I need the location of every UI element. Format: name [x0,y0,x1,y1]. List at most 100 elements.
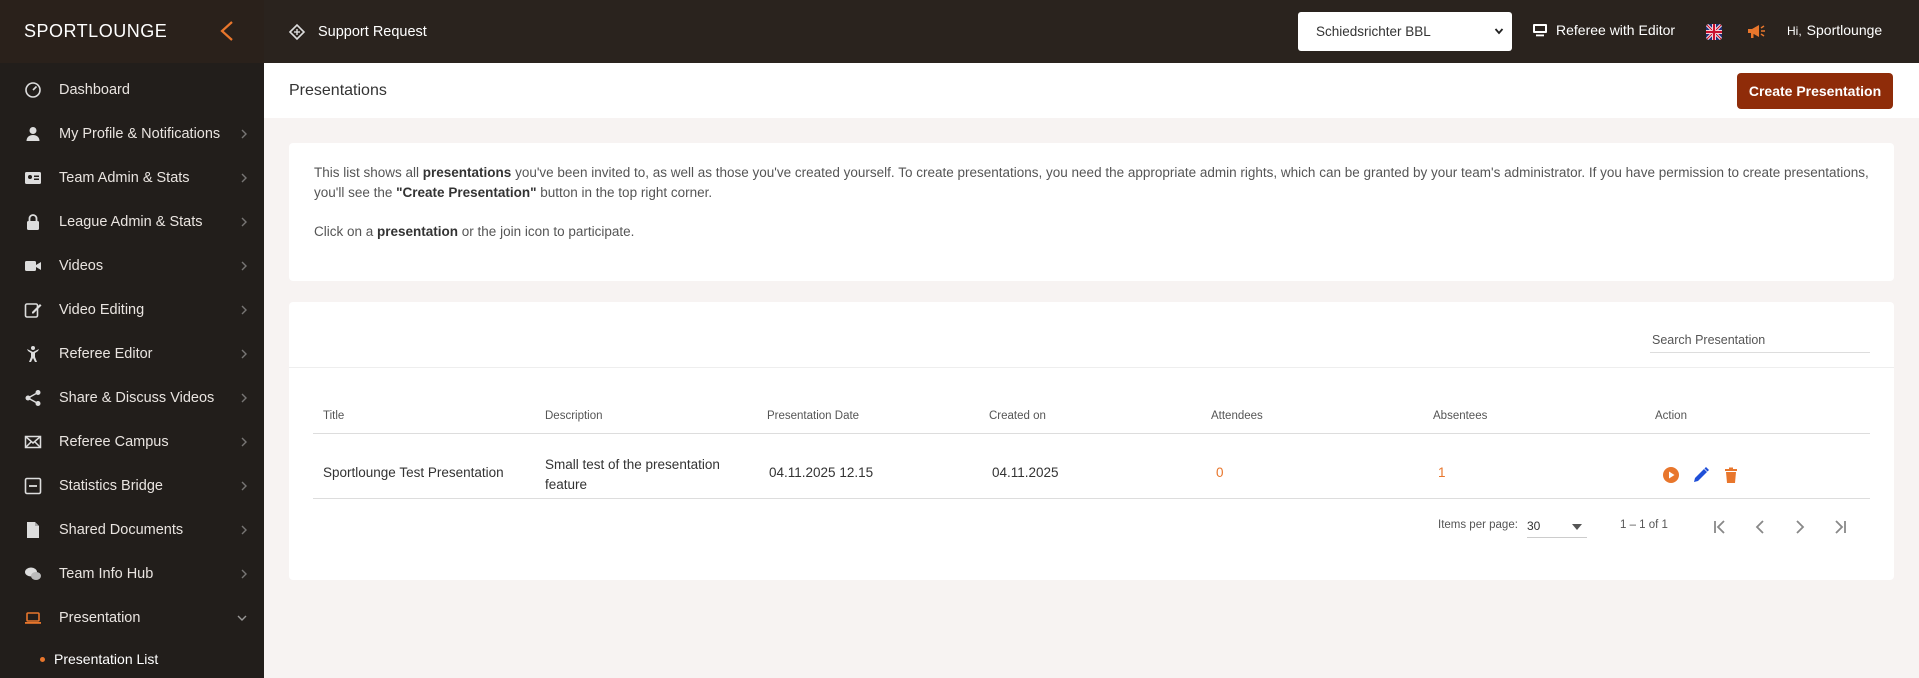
chevron-right-icon [241,173,247,183]
chevron-right-icon [241,569,247,579]
info-card: This list shows all presentations you've… [289,143,1894,281]
mode-label: Referee with Editor [1556,22,1676,38]
edit-icon[interactable] [1692,466,1710,484]
sidebar-item-label: Statistics Bridge [59,478,163,494]
create-presentation-button[interactable]: Create Presentation [1737,73,1893,109]
active-dot [40,656,45,662]
chevron-right-icon [241,393,247,403]
table-header-row: Title Description Presentation Date Crea… [313,404,1870,434]
sidebar-item-video-editing[interactable]: Video Editing [0,288,264,332]
row-created-on: 04.11.2025 [992,465,1059,480]
chevron-right-icon [241,305,247,315]
video-camera-icon [24,257,42,275]
search-placeholder: Search Presentation [1652,332,1766,347]
info-paragraph-1: This list shows all presentations you've… [314,163,1869,203]
sidebar-item-league-admin[interactable]: League Admin & Stats [0,200,264,244]
row-absentees[interactable]: 1 [1438,465,1446,480]
chevron-down-icon[interactable] [1572,524,1582,530]
support-request-link[interactable]: Support Request [288,23,427,41]
table-row[interactable]: Sportlounge Test Presentation Small test… [313,450,1870,499]
collapse-sidebar-icon[interactable] [216,19,238,43]
header-attendees[interactable]: Attendees [1211,410,1263,422]
sidebar-item-referee-editor[interactable]: Referee Editor [0,332,264,376]
pagination-range: 1 – 1 of 1 [1620,519,1668,531]
info-text-bold: presentations [422,165,512,180]
id-card-icon [24,169,42,187]
bridge-icon [24,477,42,495]
delete-icon[interactable] [1722,466,1740,484]
header-absentees[interactable]: Absentees [1433,410,1487,422]
sidebar-subitem-label: Presentation List [54,651,159,667]
sidebar-item-referee-campus[interactable]: Referee Campus [0,420,264,464]
team-select[interactable]: Schiedsrichter BBL [1298,12,1512,51]
sidebar-item-dashboard[interactable]: Dashboard [0,68,264,112]
sidebar-item-statistics-bridge[interactable]: Statistics Bridge [0,464,264,508]
sidebar-item-team-info-hub[interactable]: Team Info Hub [0,552,264,596]
sidebar-item-label: Videos [59,258,104,274]
previous-page-icon[interactable] [1751,518,1769,536]
user-menu[interactable]: Hi, Sportlounge [1787,22,1882,38]
sidebar-item-my-profile[interactable]: My Profile & Notifications [0,112,264,156]
items-per-page-label: Items per page: [1438,519,1518,531]
row-attendees[interactable]: 0 [1216,465,1224,480]
chevron-right-icon [241,437,247,447]
brand-logo[interactable]: SPORTLOUNGE [0,0,264,63]
divider [289,367,1894,368]
chevron-right-icon [241,261,247,271]
uk-flag-icon[interactable] [1706,24,1722,40]
sidebar-item-presentation[interactable]: Presentation [0,596,264,640]
sidebar-subitem-presentation-list[interactable]: Presentation List [0,640,264,678]
support-request-label: Support Request [318,23,427,40]
sidebar-item-label: Presentation [59,610,141,626]
join-icon[interactable] [1662,466,1680,484]
sidebar-item-label: Shared Documents [59,522,184,538]
header-description[interactable]: Description [545,410,603,422]
sidebar-item-label: Team Admin & Stats [59,170,190,186]
chevron-right-icon [241,129,247,139]
page-title: Presentations [289,81,387,99]
info-text: button in the top right corner. [536,185,713,200]
sidebar-item-videos[interactable]: Videos [0,244,264,288]
sidebar-item-label: Dashboard [59,82,130,98]
header-presentation-date[interactable]: Presentation Date [767,410,859,422]
chevron-right-icon [241,481,247,491]
search-input[interactable]: Search Presentation [1650,327,1870,353]
sidebar-item-share-discuss[interactable]: Share & Discuss Videos [0,376,264,420]
row-description-line: Small test of the presentation [545,457,720,472]
top-bar: Support Request Schiedsrichter BBL Refer… [264,0,1919,63]
row-presentation-date: 04.11.2025 12.15 [769,465,874,480]
dashboard-icon [24,81,42,99]
sidebar-item-label: League Admin & Stats [59,214,203,230]
sidebar-item-label: Team Info Hub [59,566,154,582]
sidebar-item-team-admin[interactable]: Team Admin & Stats [0,156,264,200]
sidebar-item-shared-documents[interactable]: Shared Documents [0,508,264,552]
brand-name: SPORTLOUNGE [24,21,168,41]
edit-icon [24,301,42,319]
row-actions [1662,466,1740,484]
presentations-table-card: Search Presentation Title Description Pr… [289,302,1894,580]
next-page-icon[interactable] [1791,518,1809,536]
sidebar-item-label: Referee Campus [59,434,169,450]
header-title[interactable]: Title [323,410,344,422]
monitor-icon [1533,24,1547,37]
megaphone-icon[interactable] [1746,22,1766,40]
user-name: Sportlounge [1806,22,1883,38]
info-text-bold: presentation [377,224,459,239]
chevron-down-icon [1494,28,1504,35]
row-description: Small test of the presentation feature [545,455,720,495]
sidebar: SPORTLOUNGE Dashboard My Profile & Notif… [0,0,264,678]
header-action: Action [1655,410,1687,422]
campus-icon [24,433,42,451]
header-created-on[interactable]: Created on [989,410,1046,422]
first-page-icon[interactable] [1711,518,1729,536]
sidebar-item-label: Video Editing [59,302,145,318]
chevron-right-icon [241,349,247,359]
sidebar-item-label: My Profile & Notifications [59,126,221,142]
row-title[interactable]: Sportlounge Test Presentation [323,465,504,480]
info-text: Click on a [314,224,378,239]
last-page-icon[interactable] [1831,518,1849,536]
mode-switch[interactable]: Referee with Editor [1532,22,1675,38]
document-icon [24,521,42,539]
person-icon [24,125,42,143]
greeting-prefix: Hi, [1787,24,1802,38]
